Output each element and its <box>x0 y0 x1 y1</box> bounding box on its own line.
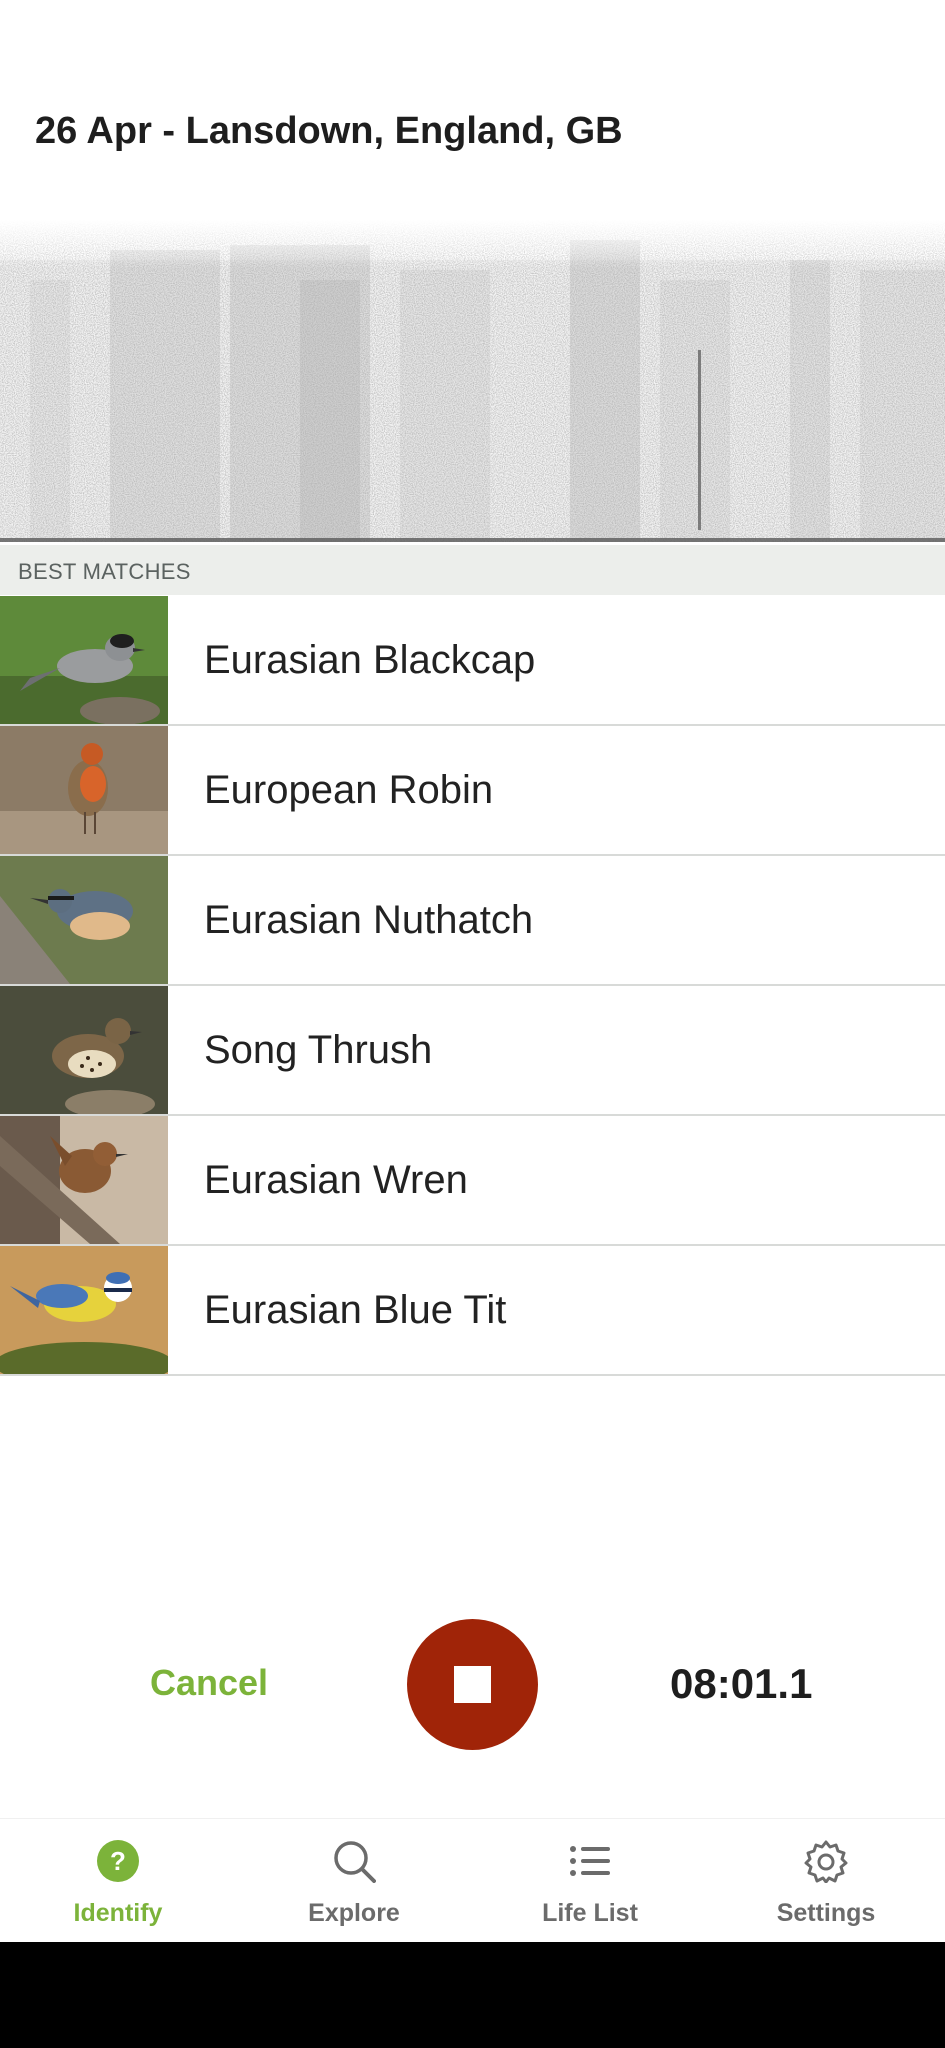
list-item[interactable]: Eurasian Blackcap <box>0 596 945 726</box>
svg-text:?: ? <box>110 1846 126 1876</box>
list-item[interactable]: Eurasian Blue Tit <box>0 1246 945 1376</box>
gear-icon <box>804 1840 848 1883</box>
tab-label: Life List <box>542 1899 638 1927</box>
spectrogram <box>0 220 945 542</box>
search-icon <box>334 1841 376 1883</box>
list-icon <box>570 1846 610 1876</box>
bird-thumbnail <box>0 986 168 1114</box>
system-navigation-bar <box>0 1942 945 2048</box>
tab-label: Identify <box>73 1899 163 1927</box>
tab-label: Explore <box>308 1899 400 1927</box>
list-item[interactable]: Eurasian Nuthatch <box>0 856 945 986</box>
recording-controls: Cancel 08:01.1 <box>0 1600 945 1770</box>
stop-recording-button[interactable] <box>407 1619 538 1750</box>
list-item[interactable]: European Robin <box>0 726 945 856</box>
bird-name: Eurasian Blackcap <box>204 638 536 682</box>
bird-thumbnail <box>0 856 168 984</box>
header: 26 Apr - Lansdown, England, GB <box>0 0 945 220</box>
bird-name: Eurasian Wren <box>204 1158 468 1202</box>
bird-thumbnail <box>0 1116 168 1244</box>
bird-name: Song Thrush <box>204 1028 433 1072</box>
bottom-nav: ? Identify Explore Life List Settings <box>0 1818 945 1943</box>
page-title: 26 Apr - Lansdown, England, GB <box>35 110 623 152</box>
question-circle-icon: ? <box>97 1840 139 1882</box>
matches-list: Eurasian Blackcap European Robin Eurasia… <box>0 596 945 1376</box>
list-item[interactable]: Eurasian Wren <box>0 1116 945 1246</box>
list-item[interactable]: Song Thrush <box>0 986 945 1116</box>
bird-name: Eurasian Nuthatch <box>204 898 534 942</box>
tab-explore[interactable]: Explore <box>236 1819 472 1943</box>
best-matches-header: BEST MATCHES <box>0 545 945 595</box>
tab-label: Settings <box>776 1899 876 1927</box>
recording-timer: 08:01.1 <box>670 1660 813 1707</box>
bird-thumbnail <box>0 1246 168 1374</box>
best-matches-label: BEST MATCHES <box>18 559 191 584</box>
bird-name: European Robin <box>204 768 494 812</box>
tab-settings[interactable]: Settings <box>708 1819 944 1943</box>
bird-thumbnail <box>0 726 168 854</box>
tab-life-list[interactable]: Life List <box>472 1819 708 1943</box>
cancel-button[interactable]: Cancel <box>150 1662 268 1704</box>
stop-icon <box>454 1666 491 1703</box>
tab-identify[interactable]: ? Identify <box>0 1819 236 1943</box>
bird-name: Eurasian Blue Tit <box>204 1288 507 1332</box>
bird-thumbnail <box>0 596 168 724</box>
